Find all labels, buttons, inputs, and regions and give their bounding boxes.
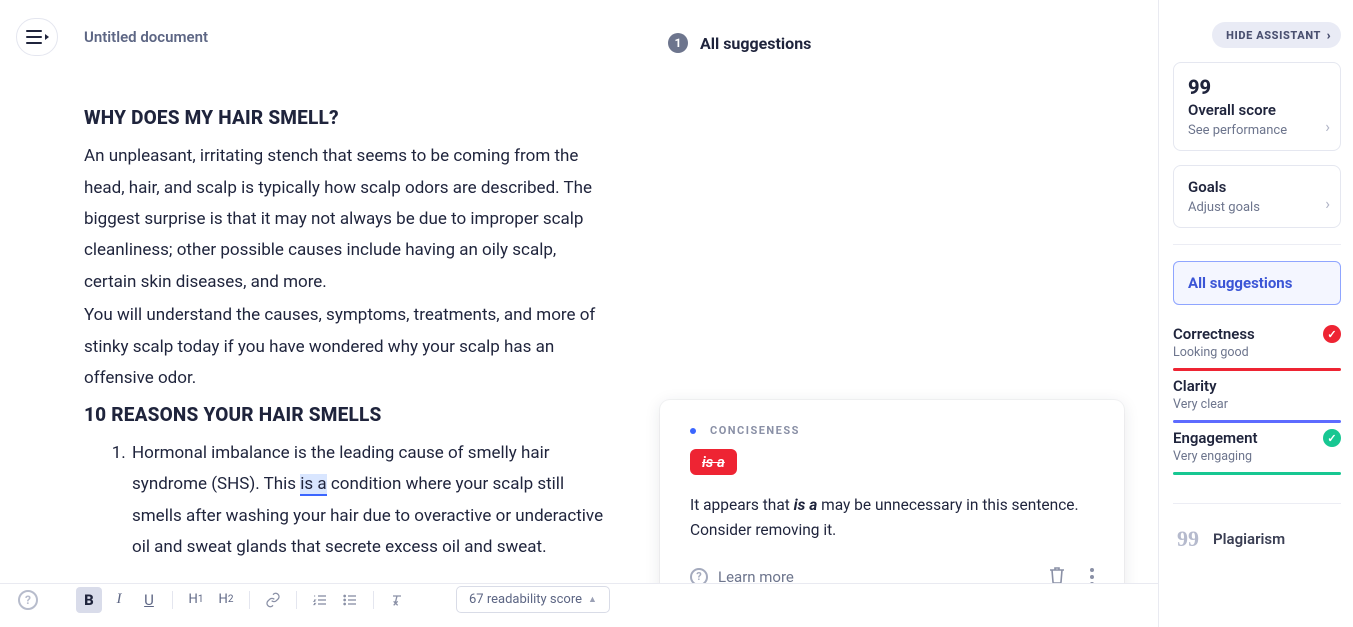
document-title[interactable]: Untitled document: [84, 28, 208, 46]
heading-1: WHY DOES MY HAIR SMELL?: [84, 100, 604, 135]
numbered-list-button[interactable]: [307, 587, 333, 613]
assistant-panel: HIDE ASSISTANT›› 99 Overall score See pe…: [1158, 0, 1353, 627]
category-correctness[interactable]: Correctness✓Looking good: [1173, 325, 1341, 371]
check-icon: ✓: [1323, 429, 1341, 447]
help-icon: ?: [690, 568, 708, 586]
category-dot-icon: [690, 428, 696, 434]
category-clarity[interactable]: ClarityVery clear: [1173, 377, 1341, 423]
quote-icon: 99: [1177, 526, 1199, 552]
bullet-list-button[interactable]: [337, 587, 363, 613]
plagiarism-button[interactable]: 99 Plagiarism: [1173, 520, 1341, 552]
h1-button[interactable]: H1: [183, 587, 209, 613]
link-button[interactable]: [260, 587, 286, 613]
category-engagement[interactable]: Engagement✓Very engaging: [1173, 429, 1341, 475]
bold-button[interactable]: B: [76, 587, 102, 613]
conciseness-highlight[interactable]: is a: [300, 474, 326, 496]
triangle-up-icon: ▲: [588, 594, 597, 605]
suggestions-header-label: All suggestions: [700, 34, 811, 53]
suggestion-card[interactable]: CONCISENESS is a It appears that is a ma…: [660, 400, 1124, 611]
suggestion-description: It appears that is a may be unnecessary …: [690, 493, 1098, 543]
dismiss-suggestion-button[interactable]: [1044, 561, 1070, 593]
hide-assistant-button[interactable]: HIDE ASSISTANT››: [1212, 22, 1341, 48]
menu-button[interactable]: [16, 18, 58, 56]
all-suggestions-filter[interactable]: All suggestions: [1173, 261, 1341, 305]
editor[interactable]: WHY DOES MY HAIR SMELL? An unpleasant, i…: [84, 100, 604, 564]
italic-button[interactable]: I: [106, 587, 132, 613]
chevron-right-icon: ›: [1325, 194, 1330, 213]
formatting-toolbar: ? B I U H1 H2 67 readability score▲: [18, 586, 610, 613]
readability-score-button[interactable]: 67 readability score▲: [456, 586, 610, 613]
h2-button[interactable]: H2: [213, 587, 239, 613]
list-item: Hormonal imbalance is the leading cause …: [130, 438, 604, 564]
chevron-right-icon: ›: [1325, 117, 1330, 136]
suggestion-category: CONCISENESS: [710, 424, 800, 437]
paragraph: An unpleasant, irritating stench that se…: [84, 141, 604, 298]
check-icon: ✓: [1323, 325, 1341, 343]
learn-more-link[interactable]: ? Learn more: [690, 568, 794, 586]
help-button[interactable]: ?: [18, 590, 38, 610]
more-options-button[interactable]: [1086, 564, 1098, 590]
paragraph: You will understand the causes, symptoms…: [84, 300, 604, 394]
heading-2: 10 REASONS YOUR HAIR SMELLS: [84, 397, 604, 432]
suggestions-count-badge: 1: [668, 33, 688, 53]
goals-card[interactable]: Goals Adjust goals ›: [1173, 165, 1341, 228]
clear-formatting-button[interactable]: [384, 587, 410, 613]
remove-text-chip[interactable]: is a: [690, 449, 737, 475]
overall-score-card[interactable]: 99 Overall score See performance ›: [1173, 62, 1341, 151]
underline-button[interactable]: U: [136, 587, 162, 613]
suggestions-header: 1 All suggestions: [668, 33, 811, 53]
